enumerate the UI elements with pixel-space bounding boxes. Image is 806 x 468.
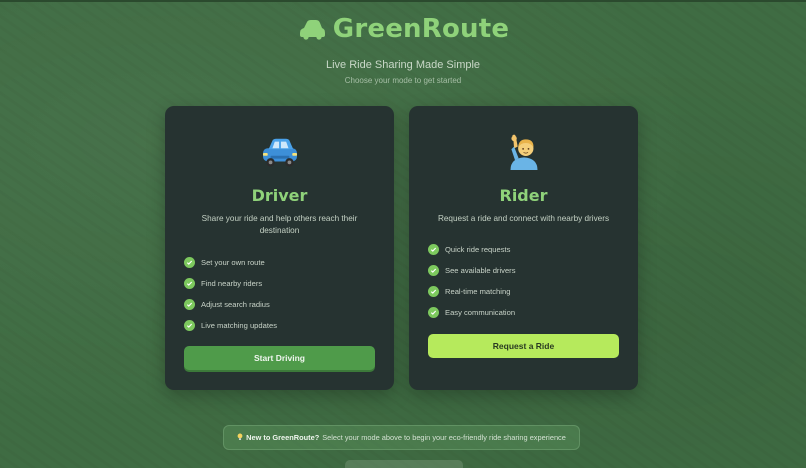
list-item: Set your own route <box>184 252 394 273</box>
check-icon <box>428 286 439 298</box>
check-icon <box>428 307 439 319</box>
feature-label: See available drivers <box>445 266 516 276</box>
request-ride-button[interactable]: Request a Ride <box>428 334 619 358</box>
car-logo-icon <box>297 18 327 40</box>
check-icon <box>428 244 439 256</box>
feature-label: Easy communication <box>445 308 516 318</box>
feature-label: Real-time matching <box>445 287 511 297</box>
app-name: GreenRoute <box>332 14 510 44</box>
check-icon <box>184 277 195 289</box>
header: GreenRoute Live Ride Sharing Made Simple… <box>0 14 806 85</box>
list-item: Find nearby riders <box>184 273 394 294</box>
feature-label: Find nearby riders <box>201 278 263 288</box>
rider-description: Request a ride and connect with nearby d… <box>437 214 610 223</box>
list-item: Easy communication <box>428 302 638 323</box>
list-item: Real-time matching <box>428 281 638 302</box>
list-item: Adjust search radius <box>184 294 394 315</box>
tip-text: Select your mode above to begin your eco… <box>322 433 566 442</box>
lightbulb-icon <box>237 433 243 443</box>
rider-feature-list: Quick ride requests See available driver… <box>428 239 638 323</box>
driver-feature-list: Set your own route Find nearby riders Ad… <box>184 252 394 336</box>
tagline: Live Ride Sharing Made Simple <box>325 59 481 71</box>
tip-banner: New to GreenRoute? Select your mode abov… <box>223 425 580 450</box>
car-icon <box>165 132 394 172</box>
tip-bold-text: New to GreenRoute? <box>246 433 320 442</box>
driver-card[interactable]: Driver Share your ride and help others r… <box>165 106 394 390</box>
list-item: See available drivers <box>428 260 638 281</box>
check-icon <box>184 298 195 310</box>
raising-hand-person-icon <box>409 132 638 172</box>
rider-title: Rider <box>499 186 548 205</box>
driver-title: Driver <box>251 186 308 205</box>
subtitle: Choose your mode to get started <box>344 76 462 85</box>
check-icon <box>184 319 195 331</box>
list-item: Quick ride requests <box>428 239 638 260</box>
check-icon <box>184 256 195 268</box>
list-item: Live matching updates <box>184 315 394 336</box>
bottom-panel-edge <box>345 460 463 468</box>
check-icon <box>428 265 439 277</box>
top-border <box>0 0 806 2</box>
start-driving-button[interactable]: Start Driving <box>184 346 375 370</box>
feature-label: Set your own route <box>201 257 265 267</box>
feature-label: Quick ride requests <box>445 245 511 255</box>
rider-card[interactable]: Rider Request a ride and connect with ne… <box>409 106 638 390</box>
driver-description: Share your ride and help others reach th… <box>201 214 358 236</box>
feature-label: Live matching updates <box>201 320 277 330</box>
brand: GreenRoute <box>297 14 509 44</box>
feature-label: Adjust search radius <box>201 299 270 309</box>
